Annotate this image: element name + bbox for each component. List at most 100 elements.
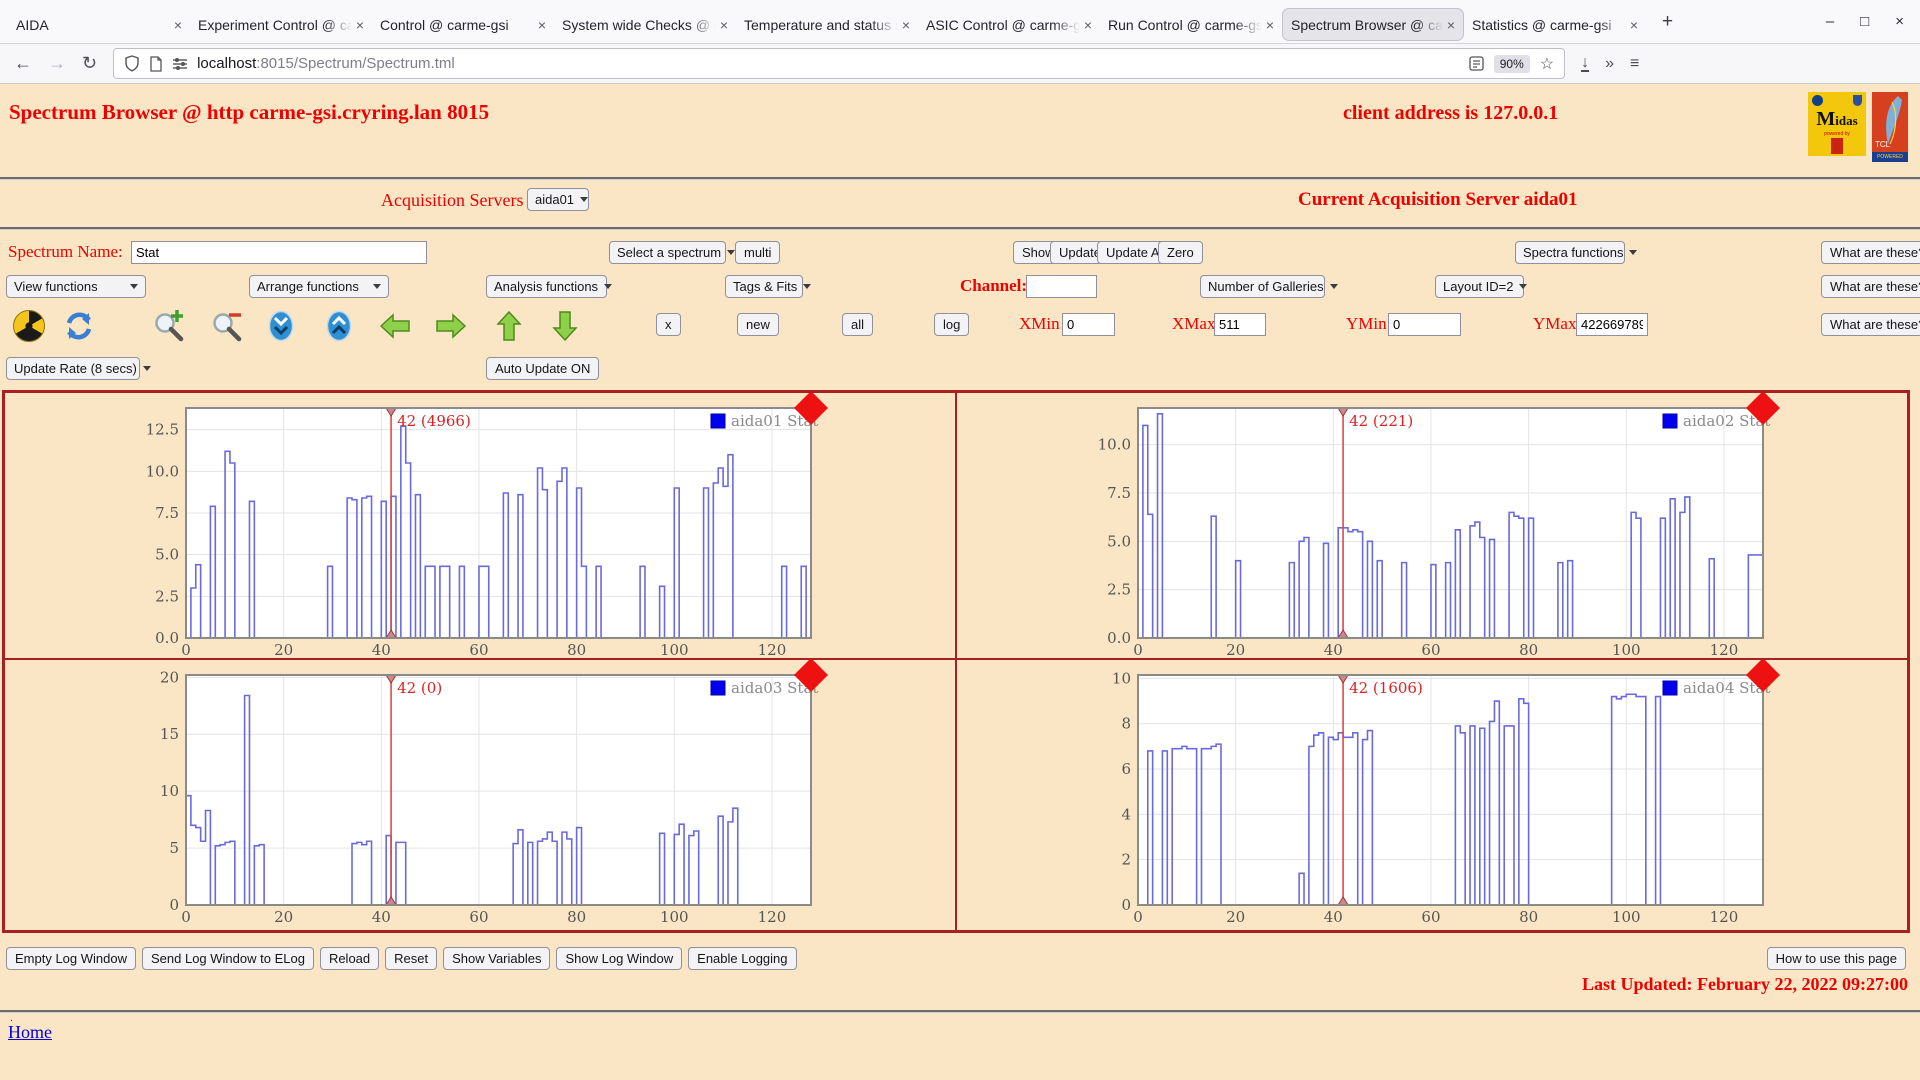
tcl-powered-logo[interactable]: TCL POWERED	[1872, 92, 1908, 162]
spectrum-chart-aida03[interactable]: 0204060801001200510152042 (0)aida03 Stat	[141, 660, 861, 926]
all-button[interactable]: all	[842, 313, 873, 336]
spectrum-chart-aida01[interactable]: 0204060801001200.02.55.07.510.012.542 (4…	[141, 393, 861, 659]
tab-close-icon[interactable]: ×	[170, 17, 182, 33]
show-log-window-button[interactable]: Show Log Window	[556, 947, 682, 970]
spectra-functions-dropdown[interactable]: Spectra functions	[1515, 241, 1625, 264]
new-tab-button[interactable]: +	[1662, 11, 1673, 33]
tab-close-icon[interactable]: ×	[898, 17, 910, 33]
tab-experiment-control[interactable]: Experiment Control @ ca ×	[190, 8, 372, 41]
tab-close-icon[interactable]: ×	[1080, 17, 1092, 33]
back-button[interactable]: ←	[14, 53, 32, 74]
compress-y-icon[interactable]	[264, 308, 298, 344]
zoom-level-badge[interactable]: 90%	[1494, 55, 1530, 73]
window-maximize-button[interactable]: □	[1860, 13, 1869, 30]
home-link[interactable]: Home	[8, 1022, 52, 1043]
svg-text:20: 20	[274, 908, 293, 926]
analysis-functions-dropdown[interactable]: Analysis functions	[486, 275, 607, 298]
forward-button[interactable]: →	[48, 53, 66, 74]
midas-logo-dot	[1812, 95, 1823, 106]
permissions-tune-icon[interactable]	[172, 57, 188, 71]
chevron-down-icon	[727, 250, 735, 255]
log-button[interactable]: log	[934, 313, 969, 336]
reload-button[interactable]: ↻	[82, 53, 97, 74]
tab-run-control[interactable]: Run Control @ carme-gs ×	[1100, 8, 1282, 41]
window-close-button[interactable]: ×	[1895, 13, 1904, 30]
what-are-these-button[interactable]: What are these?	[1821, 241, 1920, 264]
xmin-input[interactable]	[1062, 313, 1115, 336]
update-rate-dropdown[interactable]: Update Rate (8 secs)	[6, 357, 140, 380]
auto-update-button[interactable]: Auto Update ON	[486, 357, 599, 380]
tab-aida[interactable]: AIDA ×	[8, 8, 190, 41]
zoom-in-icon[interactable]	[152, 308, 186, 344]
show-variables-button[interactable]: Show Variables	[443, 947, 550, 970]
reset-button[interactable]: Reset	[385, 947, 437, 970]
overflow-chevrons-icon[interactable]: »	[1605, 55, 1614, 73]
view-functions-dropdown[interactable]: View functions	[6, 275, 146, 298]
divider	[0, 1010, 1920, 1013]
svg-text:0.0: 0.0	[1107, 629, 1131, 647]
pan-left-icon[interactable]	[378, 308, 412, 344]
radiation-icon[interactable]	[12, 308, 46, 344]
svg-text:120: 120	[758, 641, 787, 659]
tab-system-wide-checks[interactable]: System wide Checks @ c ×	[554, 8, 736, 41]
tab-close-icon[interactable]: ×	[1262, 17, 1274, 33]
channel-input[interactable]	[1026, 275, 1097, 298]
reader-view-icon[interactable]	[1469, 56, 1484, 71]
reload-page-button[interactable]: Reload	[320, 947, 379, 970]
page-icon[interactable]	[149, 56, 163, 72]
xmax-input[interactable]	[1214, 313, 1266, 336]
what-are-these-button[interactable]: What are these?	[1821, 275, 1920, 298]
how-to-use-button[interactable]: How to use this page	[1767, 947, 1906, 970]
ymin-input[interactable]	[1388, 313, 1461, 336]
tab-close-icon[interactable]: ×	[534, 17, 546, 33]
svg-text:0: 0	[169, 896, 179, 914]
spectrum-chart-aida02[interactable]: 0204060801001200.02.55.07.510.042 (221)a…	[1093, 393, 1813, 659]
layout-id-dropdown[interactable]: Layout ID=2	[1435, 275, 1524, 298]
tab-close-icon[interactable]: ×	[1626, 17, 1638, 33]
channel-label: Channel:	[960, 276, 1027, 296]
arrange-functions-dropdown[interactable]: Arrange functions	[249, 275, 389, 298]
pan-up-icon[interactable]	[492, 308, 526, 344]
select-spectrum-dropdown[interactable]: Select a spectrum	[609, 241, 726, 264]
tab-close-icon[interactable]: ×	[352, 17, 364, 33]
svg-text:12.5: 12.5	[146, 421, 179, 439]
url-field[interactable]: localhost:8015/Spectrum/Spectrum.tml 90%…	[113, 48, 1565, 79]
svg-text:0: 0	[1121, 896, 1131, 914]
pan-right-icon[interactable]	[434, 308, 468, 344]
tab-close-icon[interactable]: ×	[1443, 17, 1455, 33]
refresh-icon[interactable]	[62, 308, 96, 344]
downloads-icon[interactable]: ↓	[1581, 56, 1589, 72]
tab-statistics[interactable]: Statistics @ carme-gsi ×	[1464, 8, 1646, 41]
spectrum-name-input[interactable]	[131, 241, 427, 264]
tags-fits-dropdown[interactable]: Tags & Fits	[725, 275, 803, 298]
shield-icon[interactable]	[124, 55, 140, 72]
svg-text:7.5: 7.5	[155, 504, 179, 522]
spectrum-chart-aida04[interactable]: 020406080100120024681042 (1606)aida04 St…	[1093, 660, 1813, 926]
tab-close-icon[interactable]: ×	[716, 17, 728, 33]
window-minimize-button[interactable]: –	[1826, 13, 1834, 30]
send-log-to-elog-button[interactable]: Send Log Window to ELog	[142, 947, 314, 970]
multi-button[interactable]: multi	[735, 241, 780, 264]
hamburger-menu-icon[interactable]: ≡	[1630, 55, 1639, 73]
zoom-out-icon[interactable]	[210, 308, 244, 344]
tab-control[interactable]: Control @ carme-gsi ×	[372, 8, 554, 41]
number-of-galleries-dropdown[interactable]: Number of Galleries	[1200, 275, 1325, 298]
what-are-these-button[interactable]: What are these?	[1821, 313, 1920, 336]
ymax-input[interactable]	[1576, 313, 1648, 336]
svg-text:20: 20	[274, 641, 293, 659]
new-button[interactable]: new	[737, 313, 779, 336]
enable-logging-button[interactable]: Enable Logging	[688, 947, 796, 970]
pan-down-icon[interactable]	[548, 308, 582, 344]
svg-text:80: 80	[567, 908, 586, 926]
zero-button[interactable]: Zero	[1158, 241, 1203, 264]
expand-y-icon[interactable]	[322, 308, 356, 344]
x-axis-button[interactable]: x	[656, 313, 681, 336]
tab-spectrum-browser[interactable]: Spectrum Browser @ ca ×	[1282, 8, 1464, 41]
midas-logo[interactable]: Midas powered by	[1808, 92, 1866, 156]
empty-log-window-button[interactable]: Empty Log Window	[6, 947, 136, 970]
acquisition-server-select[interactable]: aida01	[527, 188, 589, 211]
tab-temperature-status[interactable]: Temperature and status s ×	[736, 8, 918, 41]
tab-asic-control[interactable]: ASIC Control @ carme-g ×	[918, 8, 1100, 41]
tab-bar: AIDA × Experiment Control @ ca × Control…	[0, 0, 1920, 44]
bookmark-star-icon[interactable]: ☆	[1540, 54, 1554, 74]
